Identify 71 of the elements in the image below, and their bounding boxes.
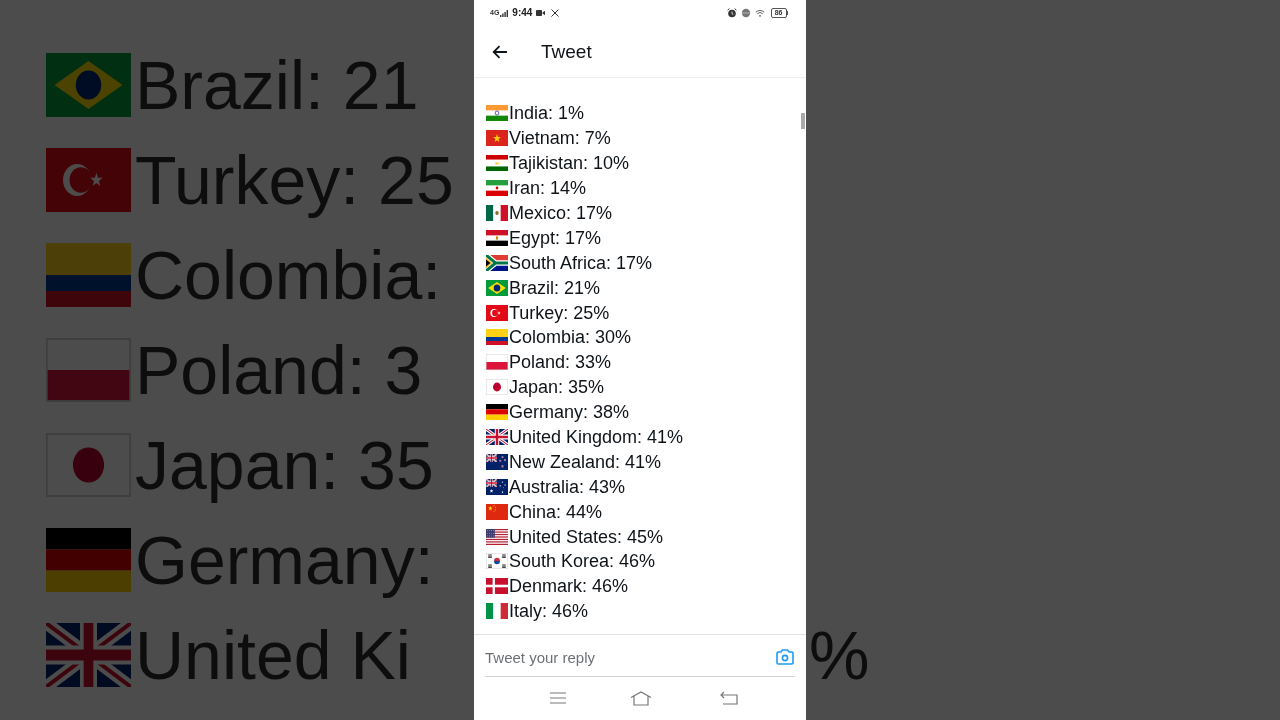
flag-icon <box>46 147 131 212</box>
tweet-line: Vietnam: 7% <box>509 127 611 150</box>
tweet-line: New Zealand: 41% <box>509 450 662 473</box>
flag-icon <box>486 180 508 197</box>
backdrop-text: Colombia: <box>135 235 442 315</box>
globe-icon <box>740 8 751 18</box>
tweet-line: Turkey: 25% <box>509 301 610 324</box>
tweet-line: Poland: 33% <box>509 351 612 374</box>
signal-icon <box>500 9 509 17</box>
flag-icon <box>486 603 508 620</box>
backdrop-text: Poland: 3 <box>135 330 423 410</box>
tweet-line: India: 1% <box>509 102 585 125</box>
tweet-line: United States: 45% <box>509 525 664 548</box>
flag-icon <box>46 432 131 497</box>
tweet-line: Tajikistan: 10% <box>509 152 630 175</box>
flag-icon <box>486 528 508 545</box>
nav-back-icon[interactable] <box>720 691 738 705</box>
tweet-line: Italy: 46% <box>509 600 589 623</box>
flag-icon <box>46 622 131 687</box>
flag-icon <box>486 205 508 221</box>
flag-icon <box>486 354 508 371</box>
back-icon[interactable] <box>492 44 508 59</box>
home-icon[interactable] <box>630 690 652 706</box>
backdrop-text: United Ki <box>135 615 411 695</box>
flag-icon <box>486 404 508 421</box>
tweet-line: Mexico: 17% <box>509 202 613 224</box>
flag-icon <box>46 337 131 402</box>
flag-icon <box>486 304 508 321</box>
flag-icon <box>46 527 131 592</box>
backdrop-text: Brazil: 21 <box>135 45 419 125</box>
flag-icon <box>486 105 508 122</box>
scrollbar-thumb[interactable] <box>801 113 805 129</box>
flag-icon <box>486 254 508 271</box>
flag-icon <box>46 242 131 307</box>
tweet-line: Egypt: 17% <box>509 226 602 249</box>
flag-icon <box>486 279 508 296</box>
tweet-line: Colombia: 30% <box>509 326 632 349</box>
tweet-line: Brazil: 21% <box>509 276 601 299</box>
alarm-clock-icon <box>726 8 737 18</box>
header-title: Tweet <box>541 40 592 63</box>
tweet-line: Denmark: 46% <box>509 575 629 598</box>
flag-icon <box>486 453 508 470</box>
camera-icon[interactable] <box>776 649 794 665</box>
flag-icon <box>486 329 508 346</box>
wifi-icon <box>754 8 765 18</box>
flag-icon <box>486 379 508 396</box>
flag-icon <box>486 130 508 147</box>
tweet-line: Australia: 43% <box>509 475 626 498</box>
flag-icon <box>486 478 508 495</box>
flag-icon <box>486 578 508 595</box>
flag-icon <box>486 553 508 570</box>
tweet-line: China: 44% <box>509 500 603 523</box>
backdrop-text: Japan: 35 <box>135 425 434 505</box>
tweet-line: United Kingdom: 41% <box>509 426 684 448</box>
flag-icon <box>46 52 131 117</box>
backdrop-text: Germany: <box>135 520 434 600</box>
tweet-line: Germany: 38% <box>509 401 630 424</box>
tweet-line: South Africa: 17% <box>509 251 653 274</box>
tweet-line: Japan: 35% <box>509 376 605 399</box>
flag-icon <box>486 229 508 246</box>
backdrop-text: Turkey: 25 <box>135 140 454 220</box>
flag-icon <box>486 503 508 520</box>
tweet-line: South Korea: 46% <box>509 550 656 573</box>
tweet-line: Iran: 14% <box>509 177 587 200</box>
flag-icon <box>486 155 508 172</box>
backdrop-text: % <box>809 617 870 693</box>
reply-field[interactable]: Tweet your reply <box>485 635 795 677</box>
x-mark-icon <box>551 9 560 17</box>
flag-icon <box>486 429 508 445</box>
video-camera-icon <box>536 10 546 16</box>
clock-time: 9:44 <box>512 7 533 19</box>
